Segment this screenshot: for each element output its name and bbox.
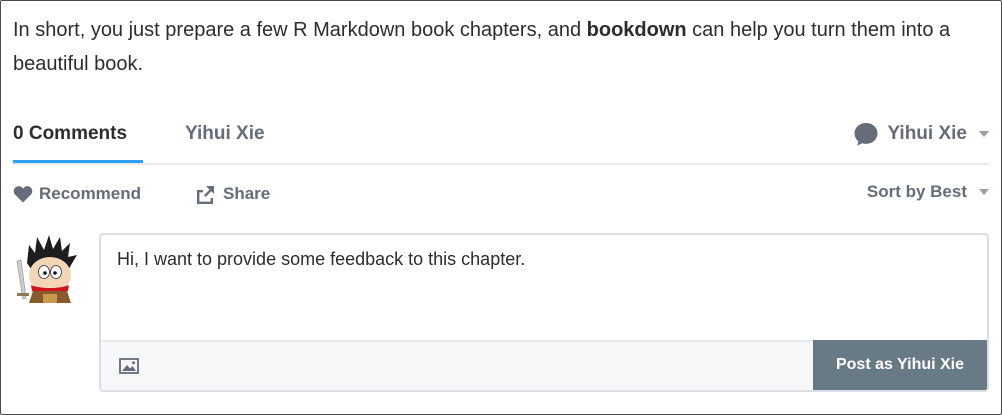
sort-dropdown[interactable]: Sort by Best [867,179,989,205]
chevron-down-icon [979,131,989,137]
comment-editor[interactable]: Hi, I want to provide some feedback to t… [99,233,989,392]
intro-paragraph: In short, you just prepare a few R Markd… [13,13,988,81]
avatar[interactable] [13,233,85,305]
user-menu[interactable]: Yihui Xie [853,119,989,149]
editor-toolbar: Post as Yihui Xie [101,340,987,390]
sort-label: Sort by Best [866,182,967,201]
intro-text-before: In short, you just prepare a few R Markd… [13,19,587,41]
thread-actions: Recommend Share Sort by Best [13,179,989,209]
comment-widget: In short, you just prepare a few R Markd… [0,0,1002,415]
share-button[interactable]: Share [195,179,270,209]
recommend-label: Recommend [39,184,142,203]
share-icon [197,185,214,204]
tab-community[interactable]: Yihui Xie [185,119,265,149]
share-label: Share [223,184,271,203]
comments-nav: 0 Comments Yihui Xie Yihui Xie [13,119,989,165]
intro-bold-term: bookdown [586,19,687,41]
tab-comments[interactable]: 0 Comments [13,119,143,163]
comment-textarea[interactable]: Hi, I want to provide some feedback to t… [117,249,525,270]
chevron-down-icon [979,189,989,195]
recommend-button[interactable]: Recommend [13,179,141,209]
speech-bubble-icon [854,123,878,146]
heart-icon [13,186,33,203]
image-icon[interactable] [119,358,139,374]
user-menu-label: Yihui Xie [887,123,967,144]
post-button[interactable]: Post as Yihui Xie [813,340,987,390]
